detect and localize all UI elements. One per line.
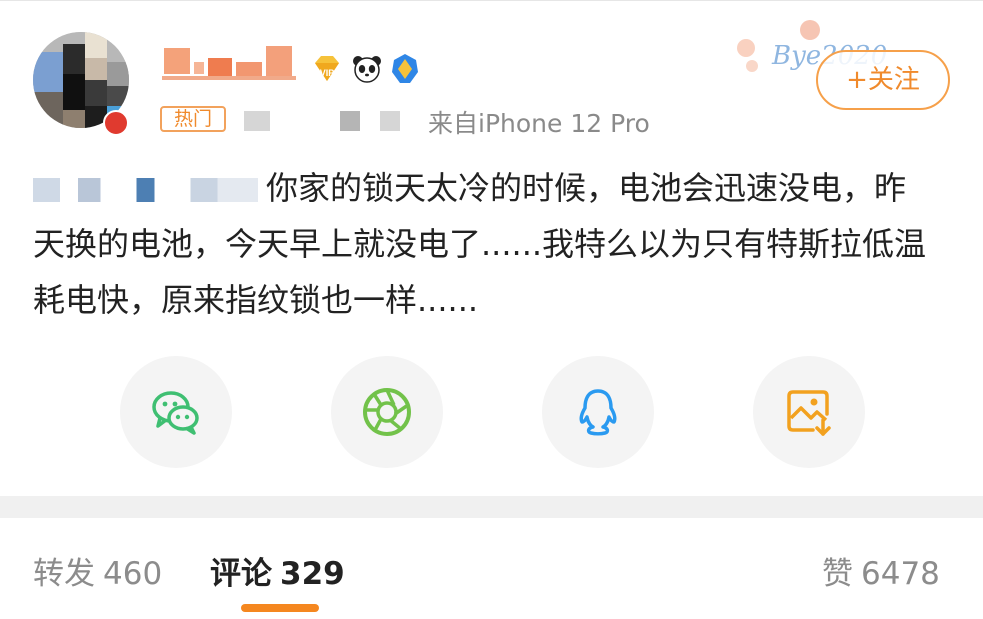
vip-diamond-icon[interactable]: VIP [310,52,344,86]
qq-icon [579,389,617,436]
save-image-button[interactable] [753,356,865,468]
tab-repost[interactable]: 转发 460 [33,548,162,593]
share-moments-button[interactable] [331,356,443,468]
svg-text:VIP: VIP [320,68,335,78]
post-source: 来自iPhone 12 Pro [428,109,650,138]
vip-avatar-badge-icon [103,110,129,136]
timestamp-blur [340,111,360,131]
share-wechat-button[interactable] [120,356,232,468]
username[interactable] [162,44,302,84]
tab-like[interactable]: 赞 6478 [822,548,940,593]
active-tab-indicator [241,604,319,612]
tab-like-label: 赞 [822,556,853,592]
wechat-icon [152,391,199,435]
divider [0,0,983,1]
tab-comment-count: 329 [280,556,345,592]
moments-icon [363,388,411,436]
verified-icon[interactable] [388,52,422,86]
save-image-icon [787,390,831,436]
follow-button[interactable]: +关注 [816,50,950,110]
tab-comment-label: 评论 [210,556,272,592]
mention-blur[interactable] [33,178,258,202]
post-text: 你家的锁天太冷的时候，电池会迅速没电，昨天换的电池，今天早上就没电了......… [33,160,933,328]
tab-comment[interactable]: 评论 329 [210,548,345,593]
share-qq-button[interactable] [542,356,654,468]
tab-repost-label: 转发 [33,556,95,592]
weibo-post-page: VIP 热门 来自iPhone 12 Pro Bye2020 +关注 你家的锁天… [0,0,983,619]
timestamp-blur [244,111,270,131]
panda-icon[interactable] [350,52,384,86]
tab-repost-count: 460 [103,556,163,592]
tab-like-count: 6478 [861,556,940,592]
section-divider [0,496,983,518]
timestamp-blur [380,111,400,131]
hot-tag: 热门 [160,106,226,132]
